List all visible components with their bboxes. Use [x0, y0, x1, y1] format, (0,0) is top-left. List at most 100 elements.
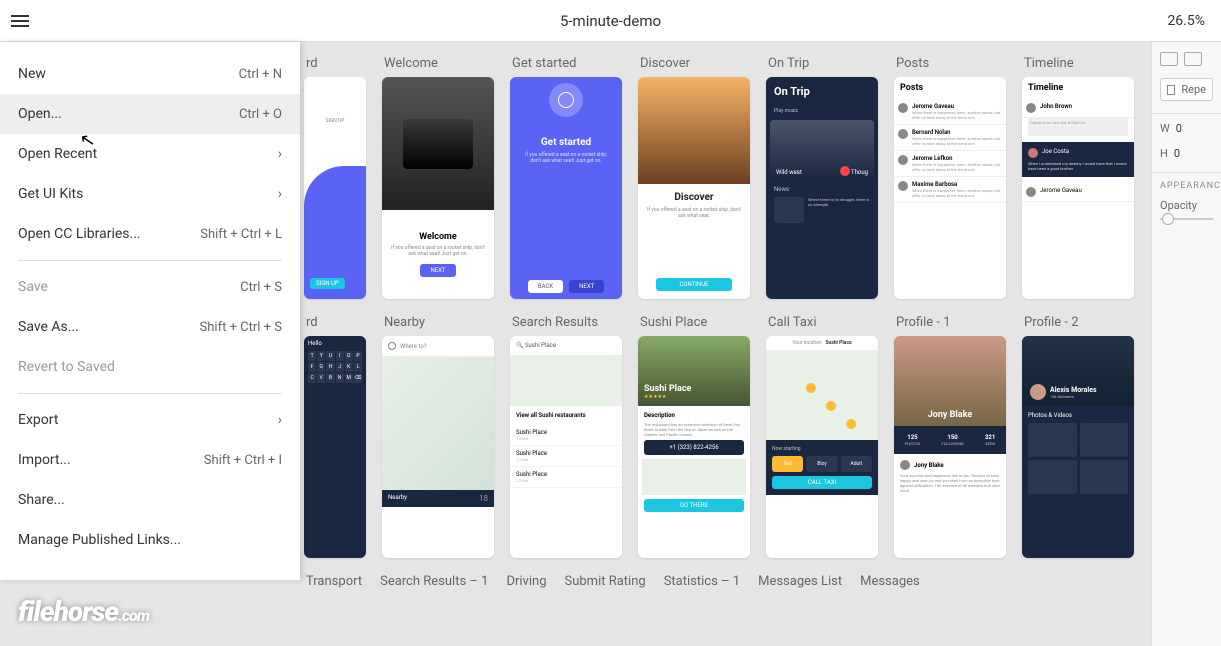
document-title: 5-minute-demo — [560, 12, 661, 30]
artboard-on-trip[interactable]: On Trip On TripPlay musicWild westThougNe… — [766, 56, 878, 299]
menu-shortcut: Ctrl + O — [239, 107, 282, 122]
menu-shortcut: Ctrl + N — [239, 67, 282, 82]
artboard-label: Call Taxi — [766, 315, 878, 330]
artboard-label: Search Results – 1 — [378, 574, 488, 589]
menu-item-revert-to-saved[interactable]: Revert to Saved — [0, 347, 300, 387]
zoom-level[interactable]: 26.5% — [1167, 13, 1205, 29]
menu-item-share-[interactable]: Share... — [0, 480, 300, 520]
artboard-discover[interactable]: Discover DiscoverIf you offered a seat on… — [638, 56, 750, 299]
menu-item-open-[interactable]: Open... Ctrl + O — [0, 94, 300, 134]
artboard-screen[interactable]: On TripPlay musicWild westThougNewsWhere… — [766, 77, 878, 299]
height-field[interactable]: H 0 — [1160, 147, 1213, 160]
artboard-transport[interactable]: Transport — [304, 574, 362, 595]
hamburger-menu-button[interactable] — [0, 0, 40, 42]
artboard-label: rd — [304, 56, 366, 71]
menu-label: Open... — [18, 106, 62, 122]
artboard-label: rd — [304, 315, 366, 330]
artboard-label: Discover — [638, 56, 750, 71]
artboard-profile-2[interactable]: Profile - 2Alexis Morales13k followersPh… — [1022, 315, 1134, 558]
artboard-nearby[interactable]: Nearby Where to?Nearby18 — [382, 315, 494, 558]
artboard-timeline[interactable]: Timeline TimelineJohn BrownFollow your ow… — [1022, 56, 1134, 299]
artboard-screen[interactable]: Get startedIf you offered a seat on a ro… — [510, 77, 622, 299]
artboard-label: Transport — [304, 574, 362, 589]
menu-shortcut: Ctrl + S — [240, 280, 282, 295]
artboard-posts[interactable]: Posts PostsJerome GaveauWhen there is hap… — [894, 56, 1006, 299]
menu-item-open-cc-libraries-[interactable]: Open CC Libraries... Shift + Ctrl + L — [0, 214, 300, 254]
width-field[interactable]: W 0 — [1160, 122, 1213, 135]
menu-item-import-[interactable]: Import...Shift + Ctrl + I — [0, 440, 300, 480]
artboard-screen[interactable]: Where to?Nearby18 — [382, 336, 494, 558]
artboard-label: Submit Rating — [563, 574, 646, 589]
artboard-label: Statistics – 1 — [662, 574, 740, 589]
menu-item-get-ui-kits[interactable]: Get UI Kits › — [0, 174, 300, 214]
artboard-screen[interactable]: 🔍 Sushi PlaceView all Sushi restaurantsS… — [510, 336, 622, 558]
chevron-right-icon: › — [278, 412, 282, 428]
repeat-label: Repe — [1181, 83, 1206, 96]
artboard-messages[interactable]: Messages — [858, 574, 920, 595]
menu-label: Manage Published Links... — [18, 532, 181, 548]
artboard-label: Posts — [894, 56, 1006, 71]
artboard-screen[interactable]: PostsJerome GaveauWhen there is happines… — [894, 77, 1006, 299]
menu-label: Export — [18, 412, 58, 428]
menu-label: Get UI Kits — [18, 186, 83, 202]
artboard-call-taxi[interactable]: Call Taxi Your location Sushi PlaceNow st… — [766, 315, 878, 558]
menu-item-save[interactable]: Save Ctrl + S — [0, 267, 300, 307]
title-bar: 5-minute-demo 26.5% — [0, 0, 1221, 42]
menu-item-export[interactable]: Export › — [0, 400, 300, 440]
menu-label: Revert to Saved — [18, 359, 115, 375]
artboard-statistics-1[interactable]: Statistics – 1 — [662, 574, 740, 595]
artboard-driving[interactable]: Driving — [504, 574, 546, 595]
opacity-slider[interactable] — [1160, 218, 1213, 220]
menu-label: Save — [18, 279, 48, 295]
artboard-label: Sushi Place — [638, 315, 750, 330]
chevron-right-icon: › — [278, 186, 282, 202]
artboard-screen[interactable]: HelloTYUIOPFGHJKLCVBNM⌫ — [304, 336, 366, 558]
artboard-sushi-place[interactable]: Sushi Place Sushi Place★★★★★DescriptionTh… — [638, 315, 750, 558]
artboard-screen[interactable]: Alexis Morales13k followersPhotos & Vide… — [1022, 336, 1134, 558]
menu-shortcut: Shift + Ctrl + S — [200, 320, 282, 335]
align-top-icon[interactable] — [1160, 52, 1178, 66]
artboard-screen[interactable]: Your location Sushi PlaceNow startingTax… — [766, 336, 878, 558]
menu-item-manage-published-links-[interactable]: Manage Published Links... — [0, 520, 300, 560]
artboard-search-results-1[interactable]: Search Results – 1 — [378, 574, 488, 595]
artboard-submit-rating[interactable]: Submit Rating — [563, 574, 646, 595]
watermark: filehorse.com — [18, 595, 149, 628]
artboard-label: Messages List — [756, 574, 842, 589]
file-menu: NewCtrl + NOpen...Ctrl + OOpen Recent›Ge… — [0, 42, 300, 580]
artboard-profile-1[interactable]: Profile - 1 Jony Blake125PHOTOS150FOLLOWI… — [894, 315, 1006, 558]
artboard-screen[interactable]: SIGN UPSIGN UP — [304, 77, 366, 299]
artboard-label: Search Results — [510, 315, 622, 330]
menu-item-open-recent[interactable]: Open Recent› — [0, 134, 300, 174]
artboard-label: Nearby — [382, 315, 494, 330]
artboard-label: Messages — [858, 574, 920, 589]
design-canvas[interactable]: rd SIGN UPSIGN UP Welcome WelcomeIf you off… — [300, 42, 1151, 646]
artboard-get-started[interactable]: Get started Get startedIf you offered a s… — [510, 56, 622, 299]
appearance-section-label: APPEARANCE — [1160, 181, 1213, 191]
align-middle-icon[interactable] — [1184, 52, 1202, 66]
menu-item-new[interactable]: New Ctrl + N — [0, 54, 300, 94]
artboard-messages-list[interactable]: Messages List — [756, 574, 842, 595]
artboard-label: Profile - 1 — [894, 315, 1006, 330]
artboard-screen[interactable]: TimelineJohn BrownFollow your own star &… — [1022, 77, 1134, 299]
menu-shortcut: Shift + Ctrl + L — [200, 227, 282, 242]
artboard-screen[interactable]: DiscoverIf you offered a seat on a rocke… — [638, 77, 750, 299]
menu-label: Share... — [18, 492, 65, 508]
menu-shortcut: Shift + Ctrl + I — [204, 453, 282, 468]
menu-label: New — [18, 66, 46, 82]
artboard-rd[interactable]: rd HelloTYUIOPFGHJKLCVBNM⌫ — [304, 315, 366, 558]
artboard-screen[interactable]: Jony Blake125PHOTOS150FOLLOWING321SEENJo… — [894, 336, 1006, 558]
menu-label: Save As... — [18, 319, 79, 335]
artboard-screen[interactable]: Sushi Place★★★★★DescriptionThe restauran… — [638, 336, 750, 558]
artboard-label: Get started — [510, 56, 622, 71]
repeat-grid-button[interactable]: Repe — [1160, 78, 1213, 101]
artboard-search-results[interactable]: Search Results 🔍 Sushi PlaceView all Sush… — [510, 315, 622, 558]
artboard-welcome[interactable]: Welcome WelcomeIf you offered a seat on a… — [382, 56, 494, 299]
artboard-label: Welcome — [382, 56, 494, 71]
opacity-label: Opacity — [1160, 199, 1213, 212]
artboard-label: On Trip — [766, 56, 878, 71]
artboard-label: Timeline — [1022, 56, 1134, 71]
menu-label: Open CC Libraries... — [18, 226, 141, 242]
artboard-screen[interactable]: WelcomeIf you offered a seat on a rocket… — [382, 77, 494, 299]
artboard-rd[interactable]: rd SIGN UPSIGN UP — [304, 56, 366, 299]
menu-item-save-as-[interactable]: Save As... Shift + Ctrl + S — [0, 307, 300, 347]
